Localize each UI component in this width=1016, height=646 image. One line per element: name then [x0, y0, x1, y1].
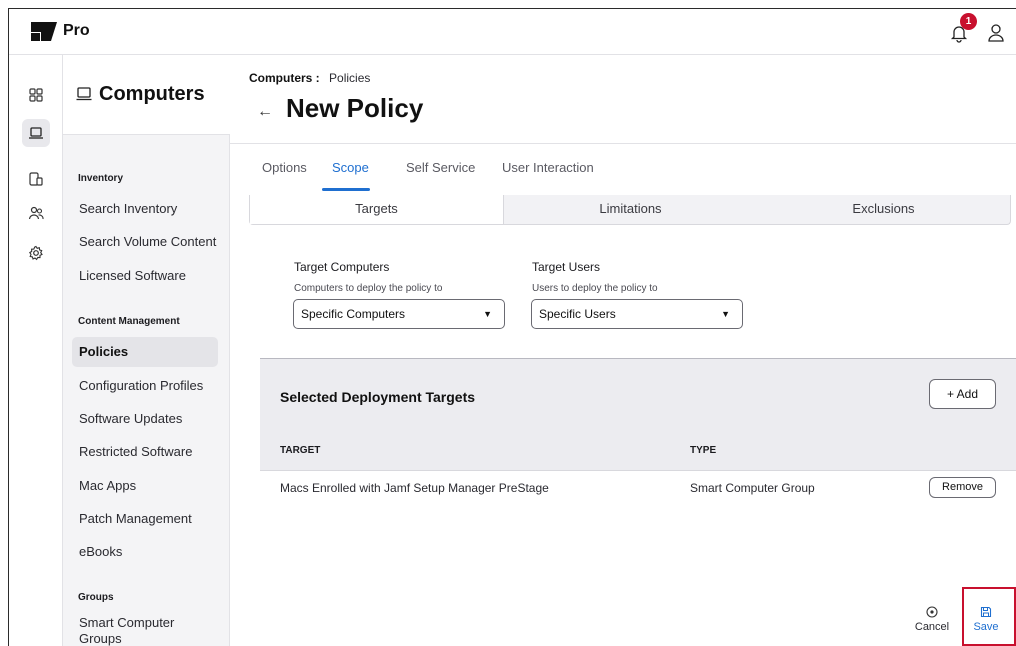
sidebar-item-licensed-software[interactable]: Licensed Software	[72, 261, 218, 291]
target-users-select[interactable]: Specific Users ▼	[531, 299, 743, 329]
rail-settings[interactable]	[22, 239, 50, 267]
sidebar-item-software-updates[interactable]: Software Updates	[72, 404, 218, 434]
top-bar: Pro 1	[9, 9, 1016, 55]
sidebar-title: Computers	[99, 83, 205, 105]
section-sidebar: Computers Inventory Search Inventory Sea…	[63, 55, 230, 646]
brand-name: Pro	[63, 22, 90, 39]
dropdown-caret-icon: ▼	[483, 309, 492, 319]
scope-subtabs: Targets Limitations Exclusions	[249, 195, 1011, 225]
table-row: Macs Enrolled with Jamf Setup Manager Pr…	[260, 470, 1016, 504]
tab-self-service[interactable]: Self Service	[406, 160, 475, 175]
page-title: New Policy	[286, 93, 424, 123]
sidebar-item-restricted-software[interactable]: Restricted Software	[72, 437, 218, 467]
cancel-button[interactable]: Cancel	[909, 606, 955, 633]
save-highlight-box	[962, 587, 1016, 646]
rail-dashboard[interactable]	[22, 81, 50, 109]
active-tab-indicator	[322, 188, 370, 191]
target-computers-help: Computers to deploy the policy to	[294, 283, 443, 294]
deployment-targets-title: Selected Deployment Targets	[280, 389, 476, 405]
breadcrumb-parent[interactable]: Computers :	[249, 71, 320, 85]
sidebar-item-search-volume-content[interactable]: Search Volume Content	[72, 227, 218, 257]
gear-icon	[29, 245, 43, 261]
sidebar-item-ebooks[interactable]: eBooks	[72, 537, 218, 567]
subtab-targets[interactable]: Targets	[250, 195, 504, 224]
dashboard-icon	[29, 88, 43, 102]
subtab-exclusions[interactable]: Exclusions	[757, 195, 1010, 224]
cancel-circle-icon	[926, 606, 938, 618]
rail-users[interactable]	[22, 199, 50, 227]
breadcrumb: Computers : Policies	[249, 71, 370, 85]
cancel-label: Cancel	[914, 621, 950, 633]
sidebar-item-patch-management[interactable]: Patch Management	[72, 504, 218, 534]
section-content-management: Content Management	[78, 316, 180, 327]
add-target-button[interactable]: + Add	[929, 379, 996, 409]
subtab-limitations[interactable]: Limitations	[504, 195, 757, 224]
laptop-icon	[29, 127, 43, 139]
column-header-target: TARGET	[280, 445, 321, 456]
target-users-label: Target Users	[532, 260, 601, 274]
deployment-targets-panel: Selected Deployment Targets + Add TARGET…	[260, 358, 1016, 470]
sidebar-item-search-inventory[interactable]: Search Inventory	[72, 194, 218, 224]
rail-devices[interactable]	[22, 165, 50, 193]
breadcrumb-current: Policies	[329, 71, 371, 85]
header-divider	[230, 143, 1016, 144]
icon-rail	[9, 55, 63, 646]
sidebar-item-configuration-profiles[interactable]: Configuration Profiles	[72, 371, 218, 401]
sidebar-item-policies[interactable]: Policies	[72, 337, 218, 367]
users-icon	[28, 206, 44, 220]
section-groups: Groups	[78, 592, 114, 603]
target-type-cell: Smart Computer Group	[690, 481, 815, 495]
section-inventory: Inventory	[78, 173, 124, 184]
devices-icon	[29, 172, 43, 186]
jamf-logo-icon	[31, 22, 57, 41]
target-computers-select[interactable]: Specific Computers ▼	[293, 299, 505, 329]
sidebar-header: Computers	[63, 55, 230, 135]
target-computers-value: Specific Computers	[301, 307, 406, 321]
tab-user-interaction[interactable]: User Interaction	[502, 160, 594, 175]
target-users-help: Users to deploy the policy to	[532, 283, 658, 294]
target-users-value: Specific Users	[539, 307, 616, 321]
main-content: Computers : Policies ← New Policy Option…	[230, 55, 1016, 646]
rail-computers[interactable]	[22, 119, 50, 147]
remove-target-button[interactable]: Remove	[929, 477, 996, 498]
back-arrow-icon[interactable]: ←	[257, 103, 273, 121]
laptop-icon	[76, 87, 92, 101]
sidebar-item-mac-apps[interactable]: Mac Apps	[72, 471, 218, 501]
tab-options[interactable]: Options	[262, 160, 307, 175]
app-window: Pro 1 Computers Inventory Search Invento…	[8, 8, 1016, 646]
notification-badge: 1	[960, 13, 977, 30]
sidebar-item-smart-computer-groups[interactable]: Smart Computer Groups	[72, 615, 182, 646]
tab-scope[interactable]: Scope	[332, 160, 369, 175]
column-header-type: TYPE	[690, 445, 717, 456]
target-computers-label: Target Computers	[294, 260, 390, 274]
user-account-icon[interactable]	[987, 23, 1005, 43]
dropdown-caret-icon: ▼	[721, 309, 730, 319]
target-name-cell: Macs Enrolled with Jamf Setup Manager Pr…	[280, 481, 549, 495]
